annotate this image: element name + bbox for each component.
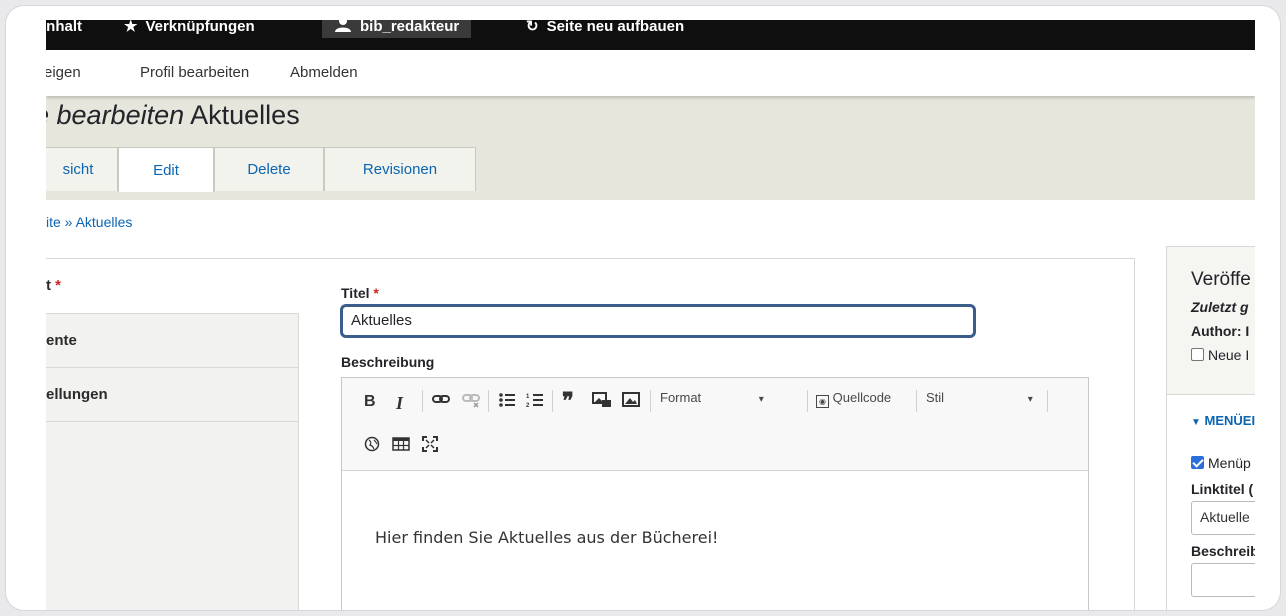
svg-text:1: 1 — [526, 394, 530, 400]
admin-toolbar: Inhalt ★ Verknüpfungen bib_redakteur ↻ S… — [46, 20, 1255, 50]
meta-sidebar: Veröffe Zuletzt g Author: I Neue I ▼ MEN… — [1166, 246, 1255, 610]
toolbar-item-label: Seite neu aufbauen — [546, 20, 685, 35]
toolbar-item-user[interactable]: bib_redakteur — [322, 20, 472, 38]
vertical-tab-label: ellungen — [46, 386, 108, 403]
vertical-tabs: t * ente ellungen — [46, 258, 299, 610]
refresh-icon: ↻ — [526, 20, 539, 35]
menu-settings-panel: ▼ MENÜEI Menüp Linktitel ( Aktuelle Besc… — [1167, 395, 1255, 610]
author-text: Author: I — [1191, 323, 1250, 339]
page-header: e bearbeiten Aktuelles sicht Edit Delete… — [46, 96, 1255, 200]
required-marker: * — [373, 285, 379, 301]
page-title-prefix: e bearbeiten — [46, 100, 185, 130]
triangle-down-icon: ▼ — [1191, 417, 1201, 428]
toolbar-separator — [807, 390, 808, 412]
chevron-down-icon: ▾ — [1027, 394, 1033, 405]
table-icon[interactable] — [392, 436, 410, 456]
description-field-label: Beschreibung — [341, 354, 435, 370]
toolbar-separator — [552, 390, 553, 412]
source-button[interactable]: ◉ Quellcode — [816, 390, 891, 408]
language-icon[interactable] — [364, 436, 380, 456]
vertical-tab-content[interactable]: t * — [46, 259, 299, 314]
editor-body-text[interactable]: Hier finden Sie Aktuelles aus der Bücher… — [375, 528, 718, 547]
toolbar-item-label: bib_redakteur — [360, 20, 460, 35]
title-field-label: Titel * — [341, 285, 379, 301]
media-embed-icon[interactable] — [592, 392, 612, 412]
user-menu-item-view[interactable]: eigen — [46, 64, 81, 81]
menu-settings-label: MENÜEI — [1204, 413, 1255, 428]
title-input[interactable]: Aktuelles — [340, 304, 976, 338]
tab-edit[interactable]: Edit — [118, 147, 214, 192]
browser-frame: Inhalt ★ Verknüpfungen bib_redakteur ↻ S… — [6, 6, 1280, 610]
link-icon[interactable] — [432, 392, 450, 410]
tab-view[interactable]: sicht — [46, 147, 118, 191]
style-dropdown-label: Stil — [926, 390, 945, 405]
link-title-label: Linktitel ( — [1191, 481, 1254, 497]
toolbar-separator — [488, 390, 489, 412]
required-marker: * — [55, 277, 62, 294]
toolbar-separator — [1047, 390, 1048, 412]
format-dropdown-label: Format — [660, 390, 702, 405]
link-title-input[interactable]: Aktuelle — [1191, 501, 1255, 535]
menu-description-label: Beschreib — [1191, 543, 1255, 559]
tab-label: Edit — [153, 161, 179, 179]
user-menu-bar: eigen Profil bearbeiten Abmelden — [46, 50, 1255, 96]
italic-icon[interactable]: I — [396, 393, 403, 414]
tab-label: sicht — [62, 161, 94, 178]
toolbar-separator — [422, 390, 423, 412]
new-revision-checkbox[interactable]: Neue I — [1191, 347, 1249, 363]
vertical-tab-settings[interactable]: ellungen — [46, 368, 299, 422]
chevron-down-icon: ▾ — [758, 394, 764, 405]
last-saved-text: Zuletzt g — [1191, 299, 1249, 315]
vertical-tab-label: t — [46, 277, 51, 294]
user-menu-item-edit-profile[interactable]: Profil bearbeiten — [140, 64, 249, 81]
source-icon: ◉ — [816, 395, 829, 408]
page-title: e bearbeiten Aktuelles — [46, 100, 300, 131]
numbered-list-icon[interactable]: 12 — [526, 392, 544, 412]
blockquote-icon[interactable]: ❞ — [562, 388, 574, 414]
toolbar-item-label: Inhalt — [46, 20, 82, 35]
svg-text:2: 2 — [526, 403, 530, 408]
editor-toolbar: B I 12 ❞ Format ▾ ◉ Quellcode Stil ▾ — [342, 378, 1088, 471]
unlink-icon[interactable] — [462, 392, 480, 412]
star-icon: ★ — [124, 20, 138, 35]
tab-revisions[interactable]: Revisionen — [324, 147, 476, 191]
provide-menu-link-checkbox[interactable]: Menüp — [1191, 455, 1251, 471]
page-viewport: Inhalt ★ Verknüpfungen bib_redakteur ↻ S… — [46, 20, 1255, 610]
publish-meta-panel: Veröffe Zuletzt g Author: I Neue I — [1167, 247, 1255, 395]
tab-label: Revisionen — [362, 161, 438, 178]
tab-delete[interactable]: Delete — [214, 147, 324, 191]
rich-text-editor: B I 12 ❞ Format ▾ ◉ Quellcode Stil ▾ Hie… — [341, 377, 1089, 610]
toolbar-item-rebuild[interactable]: ↻ Seite neu aufbauen — [526, 20, 684, 38]
checkbox-icon — [1191, 348, 1204, 361]
format-dropdown[interactable]: Format ▾ — [660, 390, 764, 405]
bold-icon[interactable]: B — [364, 393, 376, 411]
tab-label: Delete — [247, 161, 291, 178]
toolbar-separator — [650, 390, 651, 412]
bulleted-list-icon[interactable] — [498, 392, 516, 412]
maximize-icon[interactable] — [422, 436, 438, 456]
breadcrumb[interactable]: ite » Aktuelles — [46, 214, 132, 230]
user-menu-item-logout[interactable]: Abmelden — [290, 64, 358, 81]
new-revision-label: Neue I — [1208, 347, 1250, 363]
user-icon — [334, 20, 352, 36]
page-title-main: Aktuelles — [190, 100, 300, 130]
toolbar-item-content[interactable]: Inhalt — [46, 20, 82, 38]
toolbar-item-shortcuts[interactable]: ★ Verknüpfungen — [124, 20, 255, 38]
vertical-tab-label: ente — [46, 332, 77, 349]
menu-description-input[interactable] — [1191, 563, 1255, 597]
style-dropdown[interactable]: Stil ▾ — [926, 390, 1033, 405]
menu-settings-toggle[interactable]: ▼ MENÜEI — [1191, 413, 1255, 428]
toolbar-separator — [916, 390, 917, 412]
sidebar-heading: Veröffe — [1191, 269, 1251, 290]
toolbar-item-label: Verknüpfungen — [145, 20, 255, 35]
vertical-tab-elements[interactable]: ente — [46, 314, 299, 368]
provide-menu-link-label: Menüp — [1208, 455, 1251, 471]
title-label-text: Titel — [341, 285, 370, 301]
image-icon[interactable] — [622, 392, 640, 412]
source-button-label: Quellcode — [832, 390, 892, 405]
checkbox-checked-icon — [1191, 456, 1204, 469]
